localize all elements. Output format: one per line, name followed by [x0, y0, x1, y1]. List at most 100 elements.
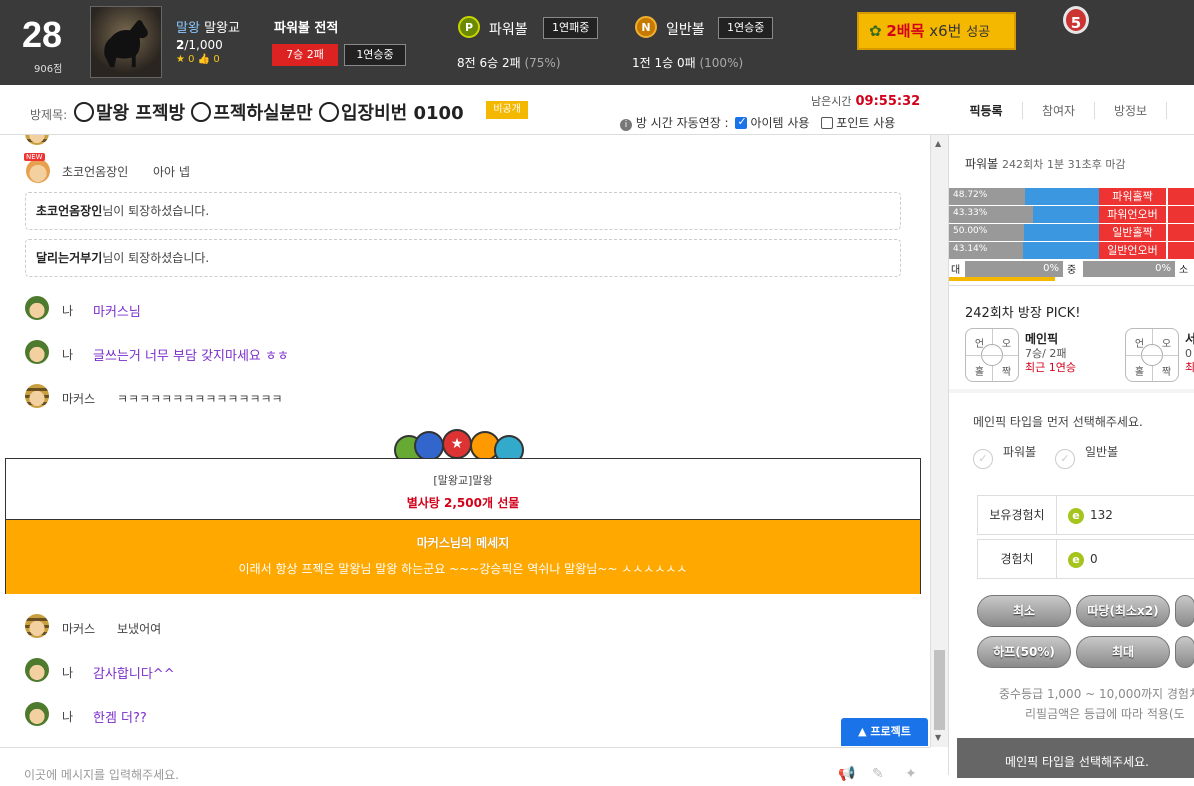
eraser-icon[interactable]: ✎ — [872, 766, 884, 782]
chat-author: 나 — [62, 666, 74, 680]
exp-label: 경험치 — [978, 540, 1057, 578]
radio-powerball[interactable]: ✓ 파워볼 — [973, 443, 1036, 469]
pick-grid[interactable]: 언 오 홀 짝 — [1125, 328, 1179, 382]
rate-label: 일반홀짝 — [1099, 224, 1166, 241]
record-streak: 1연승중 — [344, 44, 406, 66]
level-number: 28 — [22, 14, 63, 55]
room-tabs: 픽등록참여자방정보이 — [950, 102, 1194, 119]
round-header: 파워볼 242회차 1분 31초후 마감 — [965, 155, 1126, 172]
chat-message: 보냈어여 — [117, 622, 162, 636]
rate-pct: 43.14% — [953, 244, 988, 254]
user-count-rest: /1,000 — [184, 38, 223, 52]
remain-value: 09:55:32 — [855, 94, 921, 109]
tab-room-info[interactable]: 방정보 — [1094, 102, 1166, 119]
gift-text: 별사탕 2,500개 선물 — [406, 496, 520, 510]
submit-pick-button[interactable]: 메인픽 타입을 선택해주세요. — [957, 738, 1194, 778]
powerball-streak: 1연패중 — [543, 17, 599, 39]
rate-pct: 50.00% — [953, 226, 988, 236]
radio-label: 파워볼 — [1003, 445, 1037, 459]
record-winloss: 7승 2패 — [272, 44, 338, 66]
profile-avatar[interactable] — [90, 6, 162, 78]
powerball-stat: 8전 6승 2패 (75%) — [457, 54, 561, 71]
avatar — [25, 296, 49, 320]
extra-button[interactable] — [1175, 595, 1194, 627]
level-points: 906점 — [34, 64, 63, 75]
remaining-time: 남은시간 09:55:32 — [811, 93, 920, 109]
min-button[interactable]: 최소 — [977, 595, 1071, 627]
horse-head-icon — [191, 102, 212, 122]
prog-right-pct: 0% — [1155, 263, 1171, 274]
normalball-stat-pct: (100%) — [699, 56, 744, 70]
chat-input-bar: 이곳에 메시지를 입력해주세요. 📢 ✎ ✦ — [0, 747, 930, 782]
prog-left-pct: 0% — [1043, 263, 1059, 274]
half-button[interactable]: 하프(50%) — [977, 636, 1071, 668]
chat-area: 초코언옴장인 아아 넵 초코언옴장인님이 퇴장하셨습니다. 달리는거부기님이 퇴… — [0, 135, 930, 747]
item-checkbox[interactable] — [735, 115, 748, 129]
scroll-down-icon[interactable]: ▼ — [935, 733, 941, 742]
rate-pct: 43.33% — [953, 208, 988, 218]
username-rest: 말왕교 — [204, 21, 240, 36]
rate-pct: 48.72% — [953, 190, 988, 200]
exp-note: 중수등급 1,000 ~ 10,000까지 경험치 — [999, 687, 1194, 701]
avatar — [25, 340, 49, 364]
exit-notice: 초코언옴장인님이 퇴장하셨습니다. — [25, 192, 901, 230]
scroll-thumb[interactable] — [934, 650, 945, 730]
laurel-icon: ✿ — [869, 22, 882, 40]
room-title: 말왕 프젝방 프젝하실분만 입장비번 0100 — [74, 99, 464, 125]
avatar — [25, 614, 49, 638]
magic-wand-icon[interactable]: ✦ — [905, 766, 917, 782]
username: 말왕 말왕교 — [176, 17, 240, 36]
select-hint: 메인픽 타입을 먼저 선택해주세요. — [973, 415, 1143, 429]
chat-message: 마커스님 — [93, 305, 141, 320]
bet-main: 2배목 — [886, 22, 925, 40]
chat-author: 나 — [62, 304, 74, 318]
normalball-streak: 1연승중 — [718, 17, 774, 39]
user-stats: ★ 0 👍 0 — [176, 54, 220, 65]
max-button[interactable]: 최대 — [1076, 636, 1170, 668]
avatar — [24, 153, 50, 183]
horse-head-icon — [319, 102, 339, 122]
tab-participants[interactable]: 참여자 — [1022, 102, 1094, 119]
check-icon: ✓ — [1055, 449, 1075, 469]
prog-left-label: 대 — [951, 265, 961, 276]
normalball-stat: 1전 1승 0패 (100%) — [632, 54, 743, 71]
gift-sender: [말왕교]말왕 — [433, 474, 493, 487]
exit-notice: 달리는거부기님이 퇴장하셨습니다. — [25, 239, 901, 277]
arrow-up-icon: ▲ — [858, 725, 867, 738]
info-icon[interactable]: i — [620, 119, 632, 131]
chat-author: 초코언옴장인 — [62, 165, 129, 179]
tab-pick-register[interactable]: 픽등록 — [950, 102, 1022, 119]
chat-scrollbar[interactable]: ▲ ▼ — [930, 135, 948, 747]
megaphone-icon[interactable]: 📢 — [838, 766, 855, 782]
notice-text: 님이 퇴장하셨습니다. — [102, 204, 210, 218]
scroll-up-icon[interactable]: ▲ — [935, 139, 941, 148]
user-count: 2/1,000 — [176, 38, 223, 52]
double-button[interactable]: 따당(최소x2) — [1076, 595, 1170, 627]
radio-normalball[interactable]: ✓ 일반볼 — [1055, 443, 1118, 469]
point-checkbox[interactable] — [821, 117, 834, 129]
exp-value: 0 — [1090, 552, 1098, 566]
tab-more[interactable]: 이 — [1166, 102, 1194, 119]
protect-button[interactable]: ▲ 프로젝트 — [841, 718, 928, 746]
gift-msg-body: 이래서 항상 프젝은 말왕님 말왕 하는군요 ~~~강승픽은 역쉬나 말왕님~~… — [238, 562, 688, 576]
own-exp-value: 132 — [1090, 508, 1113, 522]
candy-balls-icon: ★ — [394, 429, 534, 459]
pick-cell: 짝 — [1161, 367, 1172, 378]
side-panel: 파워볼 242회차 1분 31초후 마감 48.72% 파워홀짝 43.33% 파워… — [948, 135, 1194, 778]
bet-mult: x6번 — [929, 22, 962, 40]
pick-grid[interactable]: 언 오 홀 짝 — [965, 328, 1019, 382]
exp-icon: e — [1068, 552, 1084, 568]
gift-message-box: [말왕교]말왕 별사탕 2,500개 선물 마커스님의 메세지 이래서 항상 프… — [5, 458, 921, 594]
extra-button[interactable] — [1175, 636, 1194, 668]
chat-message: 감사합니다^^ — [93, 667, 175, 682]
bet-success-badge[interactable]: ✿ 2배목 x6번 성공 — [857, 12, 1016, 50]
pick-info: 서0최 — [1185, 332, 1194, 375]
pick-cell: 짝 — [1001, 367, 1012, 378]
bet-suffix: 성공 — [966, 25, 991, 40]
private-badge: 비공개 — [486, 101, 528, 119]
record-title: 파워볼 전적 — [274, 21, 339, 36]
pick-record: 0 — [1185, 347, 1192, 360]
remain-label: 남은시간 — [811, 95, 852, 108]
like-count: 0 — [213, 54, 220, 65]
rate-row: 50.00% 일반홀짝 — [949, 224, 1194, 241]
